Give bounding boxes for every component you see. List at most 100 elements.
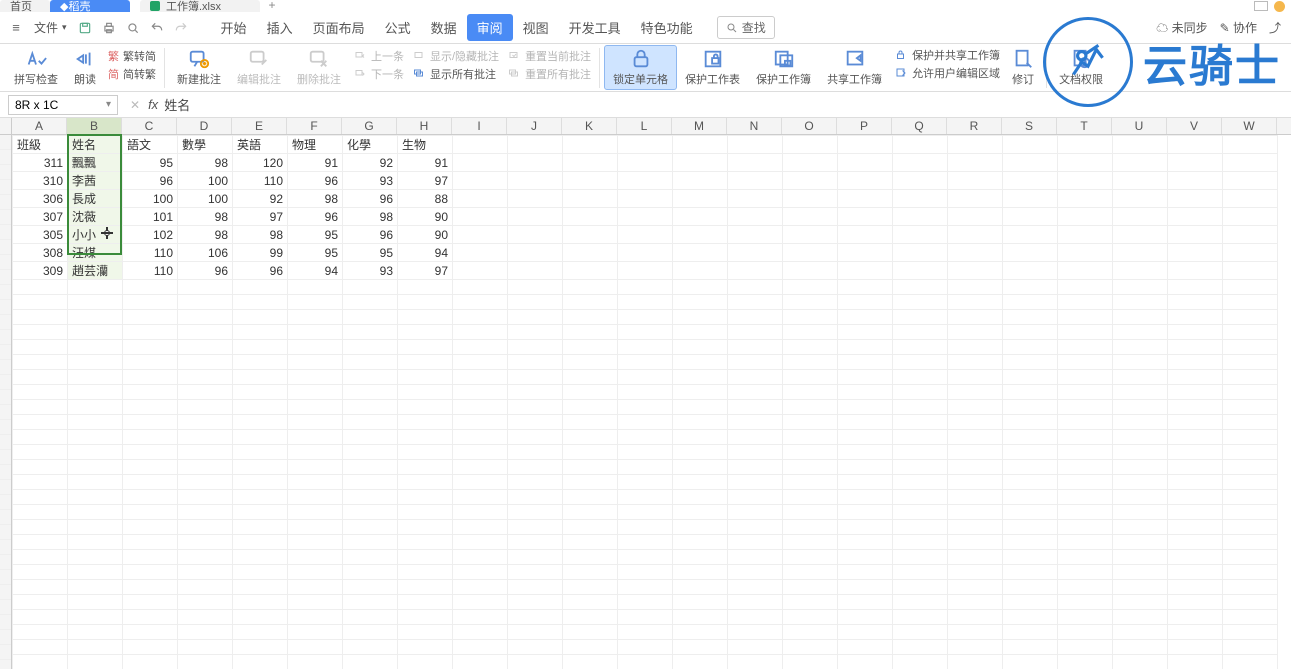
sync-status[interactable]: ☁ 未同步 (1156, 19, 1207, 36)
cell[interactable] (1058, 625, 1113, 640)
cell[interactable] (343, 385, 398, 400)
cell[interactable] (508, 280, 563, 295)
cell[interactable] (1168, 460, 1223, 475)
cell[interactable] (1223, 625, 1278, 640)
cell[interactable] (673, 595, 728, 610)
cell[interactable]: 102 (123, 226, 178, 244)
cell[interactable] (783, 610, 838, 625)
cell[interactable] (838, 415, 893, 430)
cell[interactable] (1058, 610, 1113, 625)
row-head[interactable] (0, 375, 11, 390)
cell[interactable] (508, 136, 563, 154)
cell[interactable] (13, 475, 68, 490)
cell[interactable] (13, 535, 68, 550)
cell[interactable] (343, 535, 398, 550)
cell[interactable] (1113, 430, 1168, 445)
cell[interactable] (1223, 280, 1278, 295)
cell[interactable] (618, 625, 673, 640)
cell[interactable] (1003, 415, 1058, 430)
cell[interactable] (1113, 190, 1168, 208)
cell[interactable] (1168, 280, 1223, 295)
cell[interactable] (233, 595, 288, 610)
save-icon[interactable] (75, 18, 95, 38)
cell[interactable] (563, 172, 618, 190)
cell[interactable] (13, 520, 68, 535)
cell[interactable] (618, 154, 673, 172)
cell[interactable] (673, 355, 728, 370)
cell[interactable]: 88 (398, 190, 453, 208)
cell[interactable] (673, 244, 728, 262)
cell[interactable] (838, 580, 893, 595)
col-head-K[interactable]: K (562, 118, 617, 134)
cell[interactable] (123, 535, 178, 550)
cell[interactable] (948, 625, 1003, 640)
cell[interactable] (123, 550, 178, 565)
cell[interactable]: 汪煤 (68, 244, 123, 262)
cell[interactable] (673, 370, 728, 385)
cell[interactable] (508, 640, 563, 655)
cell[interactable] (1058, 136, 1113, 154)
col-head-P[interactable]: P (837, 118, 892, 134)
cell[interactable] (838, 385, 893, 400)
cell[interactable] (233, 580, 288, 595)
col-head-G[interactable]: G (342, 118, 397, 134)
cell[interactable] (123, 625, 178, 640)
cell[interactable] (1168, 625, 1223, 640)
row-head[interactable] (0, 555, 11, 570)
cell[interactable]: 305 (13, 226, 68, 244)
cell[interactable] (398, 475, 453, 490)
cell[interactable] (673, 625, 728, 640)
cell[interactable] (398, 340, 453, 355)
cell[interactable] (1113, 505, 1168, 520)
cell[interactable] (398, 640, 453, 655)
cell[interactable] (453, 154, 508, 172)
cell[interactable] (1003, 355, 1058, 370)
cell[interactable] (178, 295, 233, 310)
cell[interactable] (618, 505, 673, 520)
col-head-Q[interactable]: Q (892, 118, 947, 134)
col-head-A[interactable]: A (12, 118, 67, 134)
cell[interactable]: 長成 (68, 190, 123, 208)
cell[interactable] (1113, 370, 1168, 385)
cell[interactable] (508, 475, 563, 490)
cell[interactable] (838, 262, 893, 280)
cell[interactable] (453, 340, 508, 355)
cell[interactable] (783, 580, 838, 595)
cell[interactable] (1003, 430, 1058, 445)
cell[interactable] (1113, 520, 1168, 535)
cell[interactable] (343, 625, 398, 640)
cell[interactable] (1223, 430, 1278, 445)
cell[interactable] (1003, 262, 1058, 280)
cell[interactable] (618, 520, 673, 535)
cell[interactable] (673, 610, 728, 625)
cell[interactable] (288, 565, 343, 580)
cell[interactable] (893, 400, 948, 415)
cell[interactable] (343, 490, 398, 505)
cell[interactable] (1223, 580, 1278, 595)
cell[interactable] (1168, 208, 1223, 226)
cell[interactable] (948, 244, 1003, 262)
cell[interactable] (838, 310, 893, 325)
cell[interactable] (398, 610, 453, 625)
undo-icon[interactable] (147, 18, 167, 38)
cell[interactable] (1113, 172, 1168, 190)
cell[interactable] (838, 460, 893, 475)
cell[interactable] (508, 415, 563, 430)
cell[interactable] (68, 340, 123, 355)
cell[interactable] (453, 190, 508, 208)
cell[interactable]: 沈薇 (68, 208, 123, 226)
cell[interactable] (343, 445, 398, 460)
cell[interactable] (948, 415, 1003, 430)
row-head[interactable] (0, 225, 11, 240)
col-head-T[interactable]: T (1057, 118, 1112, 134)
cell[interactable] (893, 340, 948, 355)
cell[interactable] (343, 310, 398, 325)
cell[interactable] (563, 475, 618, 490)
cell[interactable] (1223, 415, 1278, 430)
cell[interactable] (178, 355, 233, 370)
cell[interactable] (453, 370, 508, 385)
cell[interactable] (618, 400, 673, 415)
cell[interactable] (673, 340, 728, 355)
cell[interactable] (1113, 208, 1168, 226)
cell[interactable]: 95 (343, 244, 398, 262)
